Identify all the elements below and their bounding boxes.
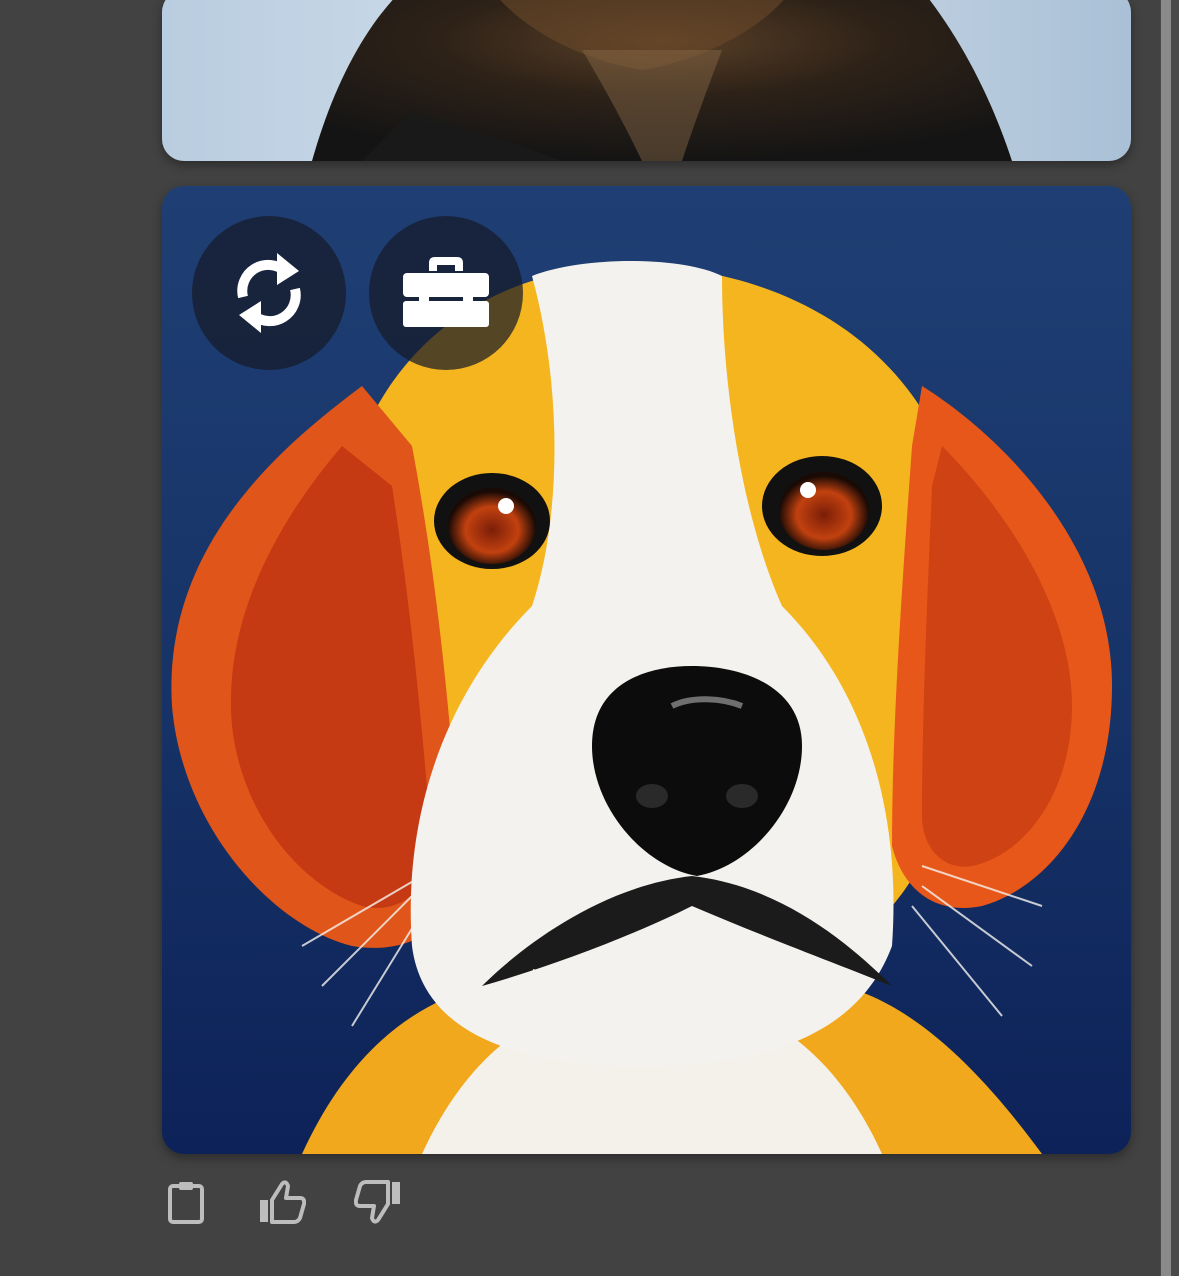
refresh-icon	[237, 253, 301, 333]
previous-generated-image[interactable]	[162, 0, 1131, 161]
chat-page: refresh-icon toolbox-icon clipboard-icon	[0, 0, 1179, 1276]
regenerate-button[interactable]: refresh-icon	[192, 216, 346, 370]
copy-button[interactable]: clipboard-icon	[162, 1176, 210, 1228]
clipboard-icon	[168, 1182, 204, 1224]
tools-button[interactable]: toolbox-icon	[369, 216, 523, 370]
thumbs-down-icon	[354, 1180, 400, 1224]
scrollbar-thumb[interactable]	[1161, 0, 1171, 1276]
dog-photo-image	[162, 0, 1131, 161]
toolbox-icon	[403, 257, 489, 327]
dislike-button[interactable]: thumbs-down-icon	[354, 1176, 402, 1228]
message-action-bar: clipboard-icon thumbs-up-icon thumbs-dow…	[162, 1176, 402, 1228]
like-button[interactable]: thumbs-up-icon	[258, 1176, 306, 1228]
generated-image[interactable]: refresh-icon toolbox-icon	[162, 186, 1131, 1154]
thumbs-up-icon	[260, 1180, 306, 1224]
